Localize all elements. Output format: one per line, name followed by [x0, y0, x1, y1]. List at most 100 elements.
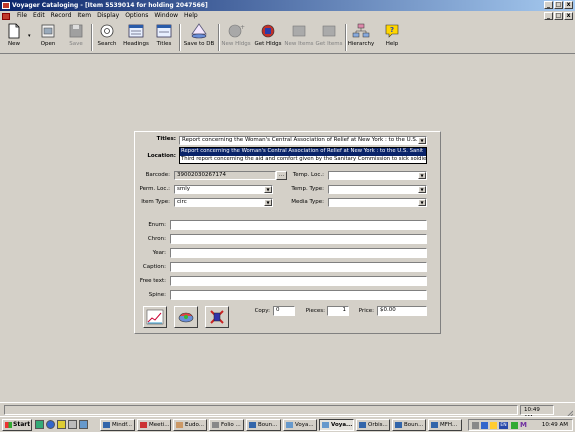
taskbar-item-active[interactable]: Voya... [319, 419, 354, 431]
chevron-down-icon[interactable]: ▼ [418, 172, 426, 179]
menu-item[interactable]: Item [74, 11, 94, 21]
delete-item-button[interactable] [205, 306, 229, 328]
chron-field[interactable] [170, 234, 427, 244]
taskbar-item[interactable]: Voya... [283, 419, 317, 431]
price-field[interactable]: $0.00 [377, 306, 427, 316]
titles-dropdown-list[interactable]: Report concerning the Woman's Central As… [179, 147, 427, 164]
menu-options[interactable]: Options [122, 11, 151, 21]
media-type-select[interactable]: ▼ [328, 198, 427, 207]
enum-field[interactable] [170, 220, 427, 230]
save-button[interactable]: Save [64, 23, 88, 53]
app-quicklaunch-icon[interactable] [68, 420, 77, 429]
taskbar-item[interactable]: Meeti... [137, 419, 171, 431]
save-to-db-button[interactable]: Save to DB [182, 23, 216, 53]
taskbar-item-label: Eudo... [185, 422, 204, 428]
item-type-select[interactable]: circ ▼ [174, 198, 273, 207]
document-icon[interactable] [2, 12, 10, 20]
pieces-field[interactable]: 1 [327, 306, 349, 316]
perm-loc-select[interactable]: smly ▼ [174, 185, 273, 194]
app-quicklaunch-icon[interactable] [79, 420, 88, 429]
temp-loc-select[interactable]: ▼ [328, 171, 427, 180]
child-close-button[interactable]: x [564, 12, 573, 20]
open-button[interactable]: Open [36, 23, 60, 53]
item-status-button[interactable] [174, 306, 198, 328]
barcode-label: Barcode: [145, 172, 170, 178]
window-icon [176, 422, 183, 428]
menu-window[interactable]: Window [151, 11, 181, 21]
titles-select[interactable]: Report concerning the Woman's Central As… [179, 136, 427, 145]
taskbar-item-label: Boun... [258, 422, 278, 428]
headings-button[interactable]: Headings [122, 23, 150, 53]
delete-icon [210, 310, 224, 324]
new-dropdown-arrow[interactable]: ▾ [28, 33, 31, 39]
folder-quicklaunch-icon[interactable] [57, 420, 66, 429]
taskbar-item[interactable]: Boun... [392, 419, 426, 431]
hierarchy-button[interactable]: Hierarchy [347, 23, 375, 53]
help-icon: ? [383, 23, 401, 39]
chevron-down-icon[interactable]: ▼ [418, 186, 426, 193]
taskbar-item[interactable]: Orbis... [356, 419, 390, 431]
start-button[interactable]: Start [2, 419, 32, 431]
taskbar-item-label: Voya... [331, 422, 353, 428]
year-field[interactable] [170, 248, 427, 258]
free-text-field[interactable] [170, 276, 427, 286]
titles-option[interactable]: Third report concerning the aid and comf… [180, 156, 426, 164]
new-button[interactable]: New [2, 23, 26, 53]
tray-icon[interactable] [472, 422, 479, 429]
taskbar-item[interactable]: MFH... [428, 419, 462, 431]
tray-icon[interactable] [490, 422, 497, 429]
menu-record[interactable]: Record [48, 11, 75, 21]
item-type-label: Item Type: [141, 199, 170, 205]
window-icon [322, 422, 329, 428]
close-button[interactable]: x [564, 1, 573, 9]
barcode-value: 39002030267174 [177, 172, 226, 178]
minimize-button[interactable]: _ [544, 1, 553, 9]
toolbar-separator [179, 24, 181, 51]
taskbar-item[interactable]: Boun... [246, 419, 281, 431]
get-hldgs-button[interactable]: Get Hldgs [253, 23, 283, 53]
desktop-quicklaunch-icon[interactable] [35, 420, 44, 429]
chevron-down-icon[interactable]: ▼ [418, 199, 426, 206]
barcode-field[interactable]: 39002030267174 [174, 171, 276, 180]
titles-option-selected[interactable]: Report concerning the Woman's Central As… [180, 148, 426, 156]
help-button[interactable]: ? Help [380, 23, 404, 53]
menu-display[interactable]: Display [94, 11, 122, 21]
search-button[interactable]: Search [95, 23, 119, 53]
language-indicator[interactable]: EN [499, 422, 508, 429]
taskbar-item[interactable]: Eudo... [173, 419, 207, 431]
taskbar-item-label: Orbis... [368, 422, 388, 428]
menu-file[interactable]: File [14, 11, 30, 21]
chevron-down-icon[interactable]: ▼ [264, 199, 272, 206]
new-hldgs-button[interactable]: + New Hldgs [220, 23, 252, 53]
tray-icon[interactable] [511, 422, 518, 429]
copy-field[interactable]: 0 [273, 306, 295, 316]
titles-label: Titles: [156, 136, 176, 142]
restore-button[interactable]: □ [554, 1, 563, 9]
window-icon [359, 422, 366, 428]
titles-value: Report concerning the Woman's Central As… [182, 137, 427, 143]
taskbar-item-label: Mindf... [112, 422, 133, 428]
titles-button[interactable]: Titles [152, 23, 176, 53]
item-status-icon [178, 312, 194, 323]
caption-field[interactable] [170, 262, 427, 272]
child-restore-button[interactable]: □ [554, 12, 563, 20]
caption-label: Caption: [142, 264, 166, 270]
spine-field[interactable] [170, 290, 427, 300]
taskbar-item-label: MFH... [440, 422, 458, 428]
chevron-down-icon[interactable]: ▼ [418, 137, 426, 144]
get-items-button[interactable]: Get Items [315, 23, 343, 53]
taskbar-item[interactable]: Mindf... [100, 419, 135, 431]
tray-icon[interactable] [481, 422, 488, 429]
browser-quicklaunch-icon[interactable] [46, 420, 55, 429]
tray-icon[interactable]: M [520, 422, 527, 429]
get-items-icon [320, 23, 338, 39]
statistics-button[interactable] [143, 306, 167, 328]
menu-edit[interactable]: Edit [30, 11, 48, 21]
chevron-down-icon[interactable]: ▼ [264, 186, 272, 193]
window-titlebar[interactable]: Voyager Cataloging - [Item 5539014 for h… [0, 0, 575, 11]
new-items-button[interactable]: New Items [284, 23, 314, 53]
menu-help[interactable]: Help [181, 11, 201, 21]
temp-type-select[interactable]: ▼ [328, 185, 427, 194]
taskbar-item[interactable]: Folio ... [209, 419, 244, 431]
child-minimize-button[interactable]: _ [544, 12, 553, 20]
